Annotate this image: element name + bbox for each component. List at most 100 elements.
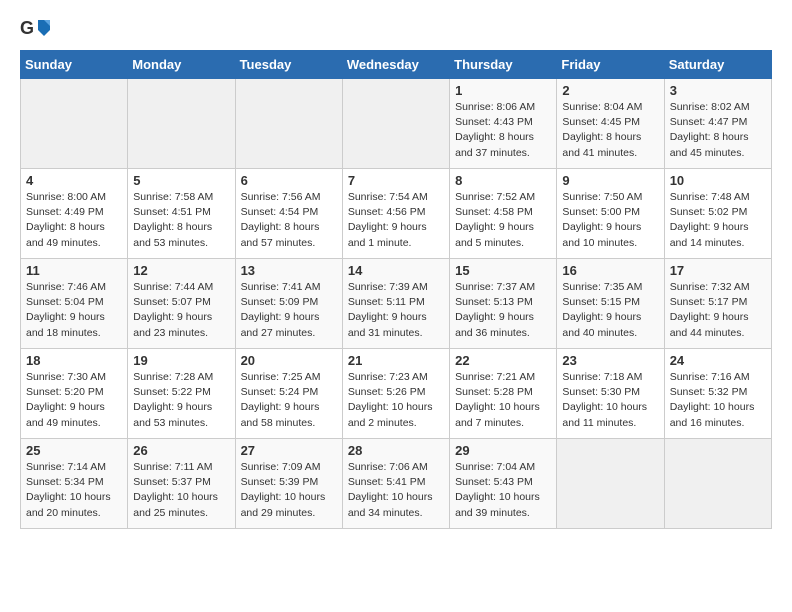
day-info: Sunrise: 7:14 AM Sunset: 5:34 PM Dayligh… (26, 460, 122, 521)
logo-icon: G (20, 16, 52, 42)
calendar-cell: 17 Sunrise: 7:32 AM Sunset: 5:17 PM Dayli… (664, 259, 771, 349)
day-number: 18 (26, 353, 122, 368)
day-number: 24 (670, 353, 766, 368)
weekday-header: Wednesday (342, 51, 449, 79)
day-info: Sunrise: 7:09 AM Sunset: 5:39 PM Dayligh… (241, 460, 337, 521)
day-info: Sunrise: 7:32 AM Sunset: 5:17 PM Dayligh… (670, 280, 766, 341)
calendar-cell (21, 79, 128, 169)
calendar-cell: 21 Sunrise: 7:23 AM Sunset: 5:26 PM Dayli… (342, 349, 449, 439)
day-info: Sunrise: 7:06 AM Sunset: 5:41 PM Dayligh… (348, 460, 444, 521)
day-number: 7 (348, 173, 444, 188)
day-info: Sunrise: 8:02 AM Sunset: 4:47 PM Dayligh… (670, 100, 766, 161)
day-info: Sunrise: 7:37 AM Sunset: 5:13 PM Dayligh… (455, 280, 551, 341)
day-info: Sunrise: 7:46 AM Sunset: 5:04 PM Dayligh… (26, 280, 122, 341)
day-info: Sunrise: 7:39 AM Sunset: 5:11 PM Dayligh… (348, 280, 444, 341)
calendar-cell (342, 79, 449, 169)
calendar-cell: 23 Sunrise: 7:18 AM Sunset: 5:30 PM Dayli… (557, 349, 664, 439)
day-info: Sunrise: 7:41 AM Sunset: 5:09 PM Dayligh… (241, 280, 337, 341)
weekday-header: Thursday (450, 51, 557, 79)
calendar-cell: 14 Sunrise: 7:39 AM Sunset: 5:11 PM Dayli… (342, 259, 449, 349)
calendar-week-row: 4Sunrise: 8:00 AM Sunset: 4:49 PM Daylig… (21, 169, 772, 259)
day-number: 1 (455, 83, 551, 98)
day-number: 23 (562, 353, 658, 368)
day-number: 2 (562, 83, 658, 98)
day-number: 15 (455, 263, 551, 278)
day-info: Sunrise: 7:54 AM Sunset: 4:56 PM Dayligh… (348, 190, 444, 251)
day-number: 10 (670, 173, 766, 188)
day-info: Sunrise: 7:44 AM Sunset: 5:07 PM Dayligh… (133, 280, 229, 341)
day-number: 25 (26, 443, 122, 458)
svg-text:G: G (20, 18, 34, 38)
calendar-cell: 3 Sunrise: 8:02 AM Sunset: 4:47 PM Daylig… (664, 79, 771, 169)
day-number: 3 (670, 83, 766, 98)
calendar-cell: 12Sunrise: 7:44 AM Sunset: 5:07 PM Dayli… (128, 259, 235, 349)
weekday-header: Friday (557, 51, 664, 79)
calendar-week-row: 11Sunrise: 7:46 AM Sunset: 5:04 PM Dayli… (21, 259, 772, 349)
weekday-header: Monday (128, 51, 235, 79)
day-info: Sunrise: 7:16 AM Sunset: 5:32 PM Dayligh… (670, 370, 766, 431)
calendar-cell: 7 Sunrise: 7:54 AM Sunset: 4:56 PM Daylig… (342, 169, 449, 259)
calendar-cell (235, 79, 342, 169)
day-info: Sunrise: 7:30 AM Sunset: 5:20 PM Dayligh… (26, 370, 122, 431)
weekday-header: Saturday (664, 51, 771, 79)
day-info: Sunrise: 7:58 AM Sunset: 4:51 PM Dayligh… (133, 190, 229, 251)
page-header: G (20, 16, 772, 42)
calendar-cell (664, 439, 771, 529)
calendar-week-row: 1 Sunrise: 8:06 AM Sunset: 4:43 PM Daylig… (21, 79, 772, 169)
day-number: 16 (562, 263, 658, 278)
day-number: 14 (348, 263, 444, 278)
calendar-cell: 15 Sunrise: 7:37 AM Sunset: 5:13 PM Dayli… (450, 259, 557, 349)
day-number: 6 (241, 173, 337, 188)
day-info: Sunrise: 7:18 AM Sunset: 5:30 PM Dayligh… (562, 370, 658, 431)
day-info: Sunrise: 7:50 AM Sunset: 5:00 PM Dayligh… (562, 190, 658, 251)
calendar-cell: 13 Sunrise: 7:41 AM Sunset: 5:09 PM Dayli… (235, 259, 342, 349)
calendar-cell: 2 Sunrise: 8:04 AM Sunset: 4:45 PM Daylig… (557, 79, 664, 169)
calendar-cell: 25 Sunrise: 7:14 AM Sunset: 5:34 PM Dayli… (21, 439, 128, 529)
day-info: Sunrise: 7:21 AM Sunset: 5:28 PM Dayligh… (455, 370, 551, 431)
day-info: Sunrise: 8:06 AM Sunset: 4:43 PM Dayligh… (455, 100, 551, 161)
day-number: 19 (133, 353, 229, 368)
calendar-table: SundayMondayTuesdayWednesdayThursdayFrid… (20, 50, 772, 529)
calendar-cell: 5 Sunrise: 7:58 AM Sunset: 4:51 PM Daylig… (128, 169, 235, 259)
day-info: Sunrise: 7:23 AM Sunset: 5:26 PM Dayligh… (348, 370, 444, 431)
calendar-cell: 16Sunrise: 7:35 AM Sunset: 5:15 PM Dayli… (557, 259, 664, 349)
day-number: 5 (133, 173, 229, 188)
day-number: 9 (562, 173, 658, 188)
day-info: Sunrise: 7:11 AM Sunset: 5:37 PM Dayligh… (133, 460, 229, 521)
calendar-cell: 10 Sunrise: 7:48 AM Sunset: 5:02 PM Dayli… (664, 169, 771, 259)
calendar-cell: 4Sunrise: 8:00 AM Sunset: 4:49 PM Daylig… (21, 169, 128, 259)
calendar-cell: 29Sunrise: 7:04 AM Sunset: 5:43 PM Dayli… (450, 439, 557, 529)
day-number: 17 (670, 263, 766, 278)
calendar-cell: 26 Sunrise: 7:11 AM Sunset: 5:37 PM Dayli… (128, 439, 235, 529)
calendar-cell: 24 Sunrise: 7:16 AM Sunset: 5:32 PM Dayli… (664, 349, 771, 439)
weekday-header: Tuesday (235, 51, 342, 79)
calendar-cell: 28 Sunrise: 7:06 AM Sunset: 5:41 PM Dayli… (342, 439, 449, 529)
day-info: Sunrise: 8:04 AM Sunset: 4:45 PM Dayligh… (562, 100, 658, 161)
calendar-cell: 8 Sunrise: 7:52 AM Sunset: 4:58 PM Daylig… (450, 169, 557, 259)
day-info: Sunrise: 8:00 AM Sunset: 4:49 PM Dayligh… (26, 190, 122, 251)
weekday-header: Sunday (21, 51, 128, 79)
day-number: 8 (455, 173, 551, 188)
calendar-week-row: 25 Sunrise: 7:14 AM Sunset: 5:34 PM Dayli… (21, 439, 772, 529)
calendar-cell: 19Sunrise: 7:28 AM Sunset: 5:22 PM Dayli… (128, 349, 235, 439)
day-info: Sunrise: 7:48 AM Sunset: 5:02 PM Dayligh… (670, 190, 766, 251)
logo: G (20, 16, 56, 42)
day-info: Sunrise: 7:04 AM Sunset: 5:43 PM Dayligh… (455, 460, 551, 521)
day-info: Sunrise: 7:52 AM Sunset: 4:58 PM Dayligh… (455, 190, 551, 251)
day-number: 21 (348, 353, 444, 368)
calendar-week-row: 18 Sunrise: 7:30 AM Sunset: 5:20 PM Dayli… (21, 349, 772, 439)
calendar-cell: 6 Sunrise: 7:56 AM Sunset: 4:54 PM Daylig… (235, 169, 342, 259)
calendar-cell: 1 Sunrise: 8:06 AM Sunset: 4:43 PM Daylig… (450, 79, 557, 169)
day-number: 26 (133, 443, 229, 458)
day-number: 20 (241, 353, 337, 368)
day-number: 22 (455, 353, 551, 368)
day-number: 13 (241, 263, 337, 278)
day-number: 28 (348, 443, 444, 458)
calendar-cell (128, 79, 235, 169)
calendar-cell: 9 Sunrise: 7:50 AM Sunset: 5:00 PM Daylig… (557, 169, 664, 259)
day-info: Sunrise: 7:25 AM Sunset: 5:24 PM Dayligh… (241, 370, 337, 431)
calendar-cell: 11Sunrise: 7:46 AM Sunset: 5:04 PM Dayli… (21, 259, 128, 349)
calendar-cell: 20 Sunrise: 7:25 AM Sunset: 5:24 PM Dayli… (235, 349, 342, 439)
calendar-cell: 18 Sunrise: 7:30 AM Sunset: 5:20 PM Dayli… (21, 349, 128, 439)
day-info: Sunrise: 7:56 AM Sunset: 4:54 PM Dayligh… (241, 190, 337, 251)
